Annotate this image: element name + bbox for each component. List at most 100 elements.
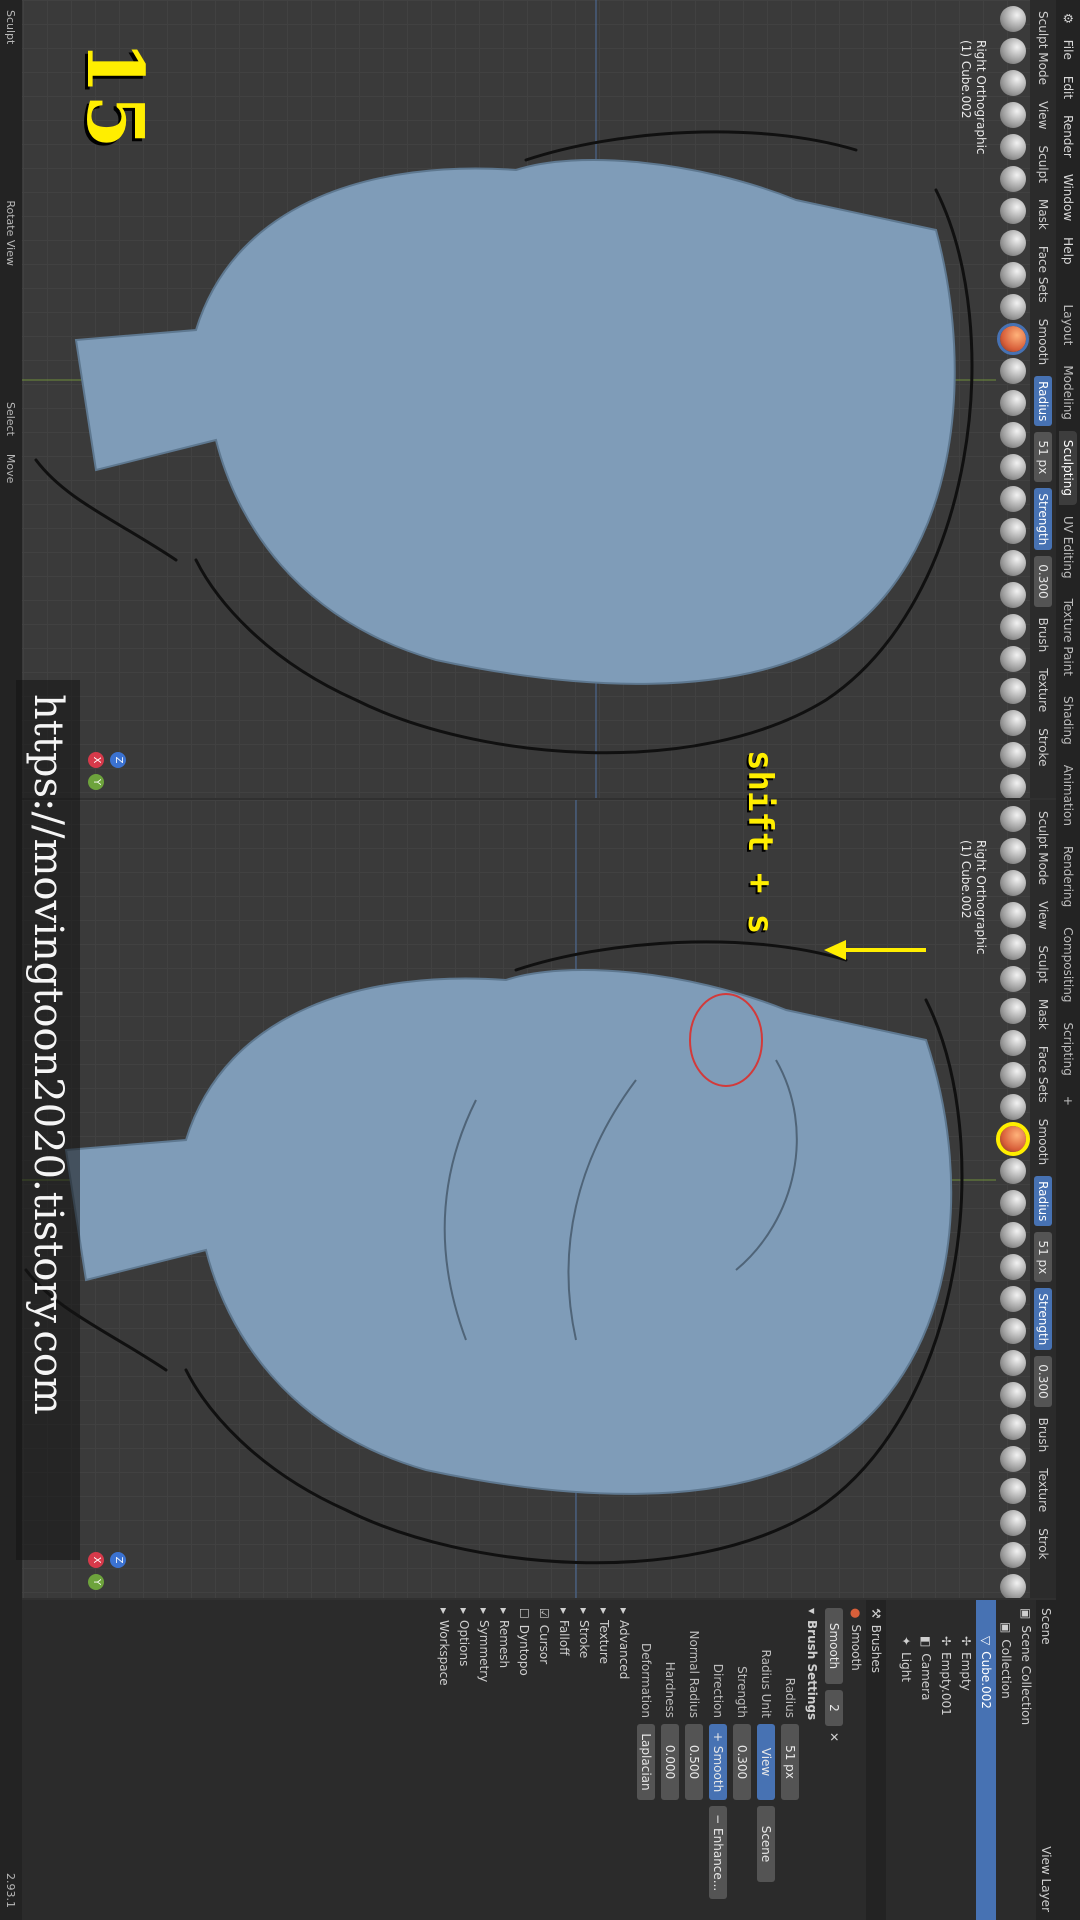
tab-sculpting[interactable]: Sculpting bbox=[1059, 430, 1077, 505]
brush-icon[interactable] bbox=[1000, 1222, 1026, 1248]
brush-icon[interactable] bbox=[1000, 1510, 1026, 1536]
gizmo-y[interactable]: Y bbox=[88, 774, 104, 790]
menu-view[interactable]: View bbox=[1034, 96, 1052, 134]
viewport-right[interactable]: Sculpt Mode View Sculpt Mask Face Sets S… bbox=[22, 800, 1056, 1598]
brush-icon[interactable] bbox=[1000, 518, 1026, 544]
brush-icon[interactable] bbox=[1000, 678, 1026, 704]
radius-value[interactable]: 51 px bbox=[1034, 432, 1052, 483]
brush-icon[interactable] bbox=[1000, 1094, 1026, 1120]
stroke-menu[interactable]: Strok bbox=[1034, 1523, 1052, 1564]
brush-icon[interactable] bbox=[1000, 1414, 1026, 1440]
menu-render[interactable]: Render bbox=[1061, 108, 1075, 165]
outliner-item[interactable]: ◧ Camera bbox=[916, 1600, 936, 1920]
brush-icon[interactable] bbox=[1000, 358, 1026, 384]
brush-icon[interactable] bbox=[1000, 1030, 1026, 1056]
view-layer-selector[interactable]: View Layer bbox=[1039, 1846, 1053, 1912]
subpanel[interactable]: ▸ Advanced bbox=[614, 1600, 634, 1920]
mode-selector[interactable]: Sculpt Mode bbox=[1034, 6, 1052, 90]
brush-icon[interactable] bbox=[1000, 454, 1026, 480]
brush-icon[interactable] bbox=[1000, 166, 1026, 192]
subpanel[interactable]: ▸ Symmetry bbox=[474, 1600, 494, 1920]
close-icon[interactable]: ✕ bbox=[827, 1732, 841, 1742]
brush-icon[interactable] bbox=[1000, 1382, 1026, 1408]
menu-file[interactable]: File bbox=[1061, 33, 1075, 67]
brush-icon[interactable] bbox=[1000, 902, 1026, 928]
scene-selector[interactable]: Scene bbox=[1039, 1608, 1053, 1645]
outliner-item[interactable]: ✢ Empty.001 bbox=[936, 1600, 956, 1920]
brush-icon[interactable] bbox=[1000, 870, 1026, 896]
brush-icon[interactable] bbox=[1000, 1158, 1026, 1184]
subpanel[interactable]: ▸ Falloff bbox=[554, 1600, 574, 1920]
tab-shading[interactable]: Shading bbox=[1059, 687, 1077, 754]
brush-icon[interactable] bbox=[1000, 486, 1026, 512]
tab-texture-paint[interactable]: Texture Paint bbox=[1059, 590, 1077, 685]
strength-value[interactable]: 0.300 bbox=[1034, 1356, 1052, 1407]
brush-icon[interactable] bbox=[1000, 838, 1026, 864]
brush-icon[interactable] bbox=[1000, 742, 1026, 768]
tab-layout[interactable]: Layout bbox=[1059, 296, 1077, 355]
brush-icon[interactable] bbox=[1000, 1446, 1026, 1472]
sculpt-mesh-left[interactable] bbox=[22, 0, 996, 798]
menu-view[interactable]: View bbox=[1034, 896, 1052, 934]
tab-animation[interactable]: Animation bbox=[1059, 756, 1077, 835]
viewport-left[interactable]: Sculpt Mode View Sculpt Mask Face Sets S… bbox=[22, 0, 1056, 798]
brush-icon[interactable] bbox=[1000, 294, 1026, 320]
stroke-menu[interactable]: Stroke bbox=[1034, 723, 1052, 771]
tool-icon[interactable]: ⚒ bbox=[869, 1608, 883, 1619]
blender-logo-icon[interactable]: ⚙ bbox=[1061, 6, 1075, 31]
outliner-item[interactable]: ✢ Empty bbox=[956, 1600, 976, 1920]
menu-face-sets[interactable]: Face Sets bbox=[1034, 241, 1052, 308]
mode-selector[interactable]: Sculpt Mode bbox=[1034, 806, 1052, 890]
texture-menu[interactable]: Texture bbox=[1034, 1463, 1052, 1517]
brush-icon[interactable] bbox=[1000, 550, 1026, 576]
menu-edit[interactable]: Edit bbox=[1061, 69, 1075, 106]
subpanel[interactable]: ▸ Remesh bbox=[494, 1600, 514, 1920]
tab-compositing[interactable]: Compositing bbox=[1059, 918, 1077, 1011]
brush-icon[interactable] bbox=[1000, 1542, 1026, 1568]
brush-icon[interactable] bbox=[1000, 966, 1026, 992]
active-brush[interactable]: ● Smooth bbox=[846, 1600, 866, 1920]
subpanel[interactable]: ▸ Texture bbox=[594, 1600, 614, 1920]
outliner-item[interactable]: ▽ Cube.002 bbox=[976, 1600, 996, 1920]
tab-modeling[interactable]: Modeling bbox=[1059, 356, 1077, 429]
brush-icon[interactable] bbox=[1000, 1062, 1026, 1088]
gizmo-y[interactable]: Y bbox=[88, 1574, 104, 1590]
outliner-item[interactable]: ▣ Collection bbox=[996, 1600, 1016, 1920]
gizmo-z[interactable]: Z bbox=[110, 1552, 126, 1568]
brush-icon[interactable] bbox=[1000, 1574, 1026, 1598]
brush-icon[interactable] bbox=[1000, 1318, 1026, 1344]
smooth-brush-icon[interactable] bbox=[997, 323, 1029, 355]
brush-icon[interactable] bbox=[1000, 710, 1026, 736]
subpanel[interactable]: ☐ Dyntopo bbox=[514, 1600, 534, 1920]
brush-icon[interactable] bbox=[1000, 230, 1026, 256]
brush-icon[interactable] bbox=[1000, 262, 1026, 288]
brush-icon[interactable] bbox=[1000, 198, 1026, 224]
brush-slot[interactable]: Smooth 2 ✕ bbox=[822, 1600, 846, 1920]
sculpt-mesh-right[interactable] bbox=[22, 800, 996, 1598]
tab-scripting[interactable]: Scripting bbox=[1059, 1013, 1077, 1084]
brush-icon[interactable] bbox=[1000, 1254, 1026, 1280]
brush-icon[interactable] bbox=[1000, 1478, 1026, 1504]
strength-value[interactable]: 0.300 bbox=[1034, 556, 1052, 607]
brush-icon[interactable] bbox=[1000, 1190, 1026, 1216]
radius-value[interactable]: 51 px bbox=[1034, 1232, 1052, 1283]
subpanel[interactable]: ☑ Cursor bbox=[534, 1600, 554, 1920]
brush-icon[interactable] bbox=[1000, 998, 1026, 1024]
outliner-item[interactable]: ✦ Light bbox=[896, 1600, 916, 1920]
menu-sculpt[interactable]: Sculpt bbox=[1034, 140, 1052, 187]
brush-icon[interactable] bbox=[1000, 934, 1026, 960]
brush-icon[interactable] bbox=[1000, 6, 1026, 32]
menu-mask[interactable]: Mask bbox=[1034, 194, 1052, 235]
gizmo-x[interactable]: X bbox=[88, 1552, 104, 1568]
brush-icon[interactable] bbox=[1000, 1286, 1026, 1312]
smooth-brush-icon[interactable] bbox=[996, 1122, 1030, 1156]
menu-help[interactable]: Help bbox=[1061, 230, 1075, 271]
texture-menu[interactable]: Texture bbox=[1034, 663, 1052, 717]
tab-rendering[interactable]: Rendering bbox=[1059, 837, 1077, 916]
brush-settings-panel[interactable]: ▾ Brush Settings bbox=[802, 1600, 822, 1920]
subpanel[interactable]: ▸ Stroke bbox=[574, 1600, 594, 1920]
add-workspace-button[interactable]: + bbox=[1059, 1087, 1077, 1115]
gizmo-z[interactable]: Z bbox=[110, 752, 126, 768]
brush-menu[interactable]: Brush bbox=[1034, 613, 1052, 658]
gizmo-x[interactable]: X bbox=[88, 752, 104, 768]
